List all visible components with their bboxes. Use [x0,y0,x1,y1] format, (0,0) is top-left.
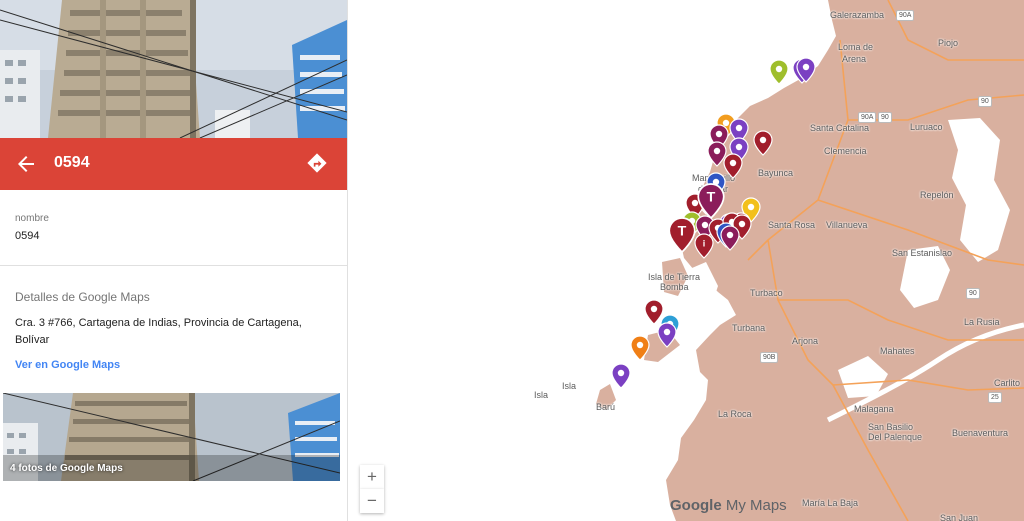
marker-glyph: T [678,224,687,240]
place-address: Cra. 3 #766, Cartagena de Indias, Provin… [15,317,302,346]
map-pin-marker[interactable] [723,153,743,179]
map-canvas[interactable] [348,0,1024,521]
back-arrow-icon[interactable] [14,152,38,176]
place-label: Bomba [660,282,689,292]
map-pin-marker[interactable] [796,57,816,83]
road-number-badge: 90 [878,112,892,123]
road-number-badge: 90 [966,288,980,299]
place-info-panel: 0594 nombre 0594 Detalles de Google Maps… [0,0,348,521]
divider [0,265,347,266]
place-label: Arjona [792,336,819,346]
place-label: Bayunca [758,168,794,178]
place-label: Malagana [854,404,894,414]
road-number-badge: 90B [760,352,779,363]
photos-caption: 4 fotos de Google Maps [10,463,123,474]
map-pin-marker[interactable]: T [668,217,696,254]
my-maps-product: My Maps [725,497,787,514]
place-label: Galerazamba [830,10,885,20]
map-pin-marker[interactable] [630,335,650,361]
place-label: La Roca [718,409,752,419]
marker-glyph: i [703,239,706,249]
field-value-nombre: 0594 [15,230,40,242]
place-label: Isla [562,381,577,391]
view-in-google-maps-link[interactable]: Ver en Google Maps [15,359,120,371]
map-pin-marker[interactable]: T [697,183,725,220]
place-label: Loma de [838,42,874,52]
marker-glyph: T [707,190,716,206]
place-label: Piojo [938,38,959,48]
place-photo[interactable] [0,0,347,138]
map-pin-marker[interactable] [769,59,789,85]
road-number-badge: 25 [988,392,1002,403]
place-title: 0594 [54,154,90,171]
map-pin-marker[interactable] [611,363,631,389]
land-area [666,0,1024,521]
map-pin-marker[interactable] [657,322,677,348]
field-label-nombre: nombre [15,213,49,224]
place-label: Mahates [880,346,915,356]
map-pin-marker[interactable]: i [694,233,714,259]
zoom-out-button[interactable]: − [360,489,384,513]
place-label: Barú [596,402,616,412]
place-label: Arena [842,54,867,64]
map-pin-marker[interactable] [753,130,773,156]
map-view[interactable]: Galerazamba Loma de Arena Piojo Santa Catali… [348,0,1024,521]
photos-gallery-thumbnail[interactable]: 4 fotos de Google Maps [3,393,340,481]
place-label: Isla [534,390,549,400]
road-number-badge: 90 [978,96,992,107]
place-label: Clemencia [824,146,867,156]
google-my-maps-attribution: Google My Maps [670,497,787,514]
place-label: Santa Rosa [768,220,816,230]
place-label: Luruaco [910,122,943,132]
road-number-badge: 90A [896,10,915,21]
place-label: Carlito [994,378,1021,388]
place-header: 0594 [0,138,347,190]
directions-icon[interactable] [306,152,328,174]
place-label: San Juan [940,513,979,521]
place-label: Turbana [732,323,766,333]
place-label: Del Palenque [868,432,923,442]
place-label: Isla de Tierra [648,272,701,282]
place-label: Buenaventura [952,428,1009,438]
place-label: María La Baja [802,498,859,508]
place-label: Villanueva [826,220,868,230]
place-label: La Rusia [964,317,1000,327]
road-number-badge: 90A [858,112,877,123]
place-label: Santa Catalina [810,123,870,133]
place-label: San Basilio [868,422,914,432]
place-label: Turbaco [750,288,783,298]
google-maps-details-heading: Detalles de Google Maps [15,290,150,304]
map-pin-marker[interactable] [720,225,740,251]
place-label: San Estanislao [892,248,953,258]
google-brand: Google [670,497,722,514]
place-label: Repelón [920,190,954,200]
zoom-in-button[interactable]: + [360,465,384,489]
